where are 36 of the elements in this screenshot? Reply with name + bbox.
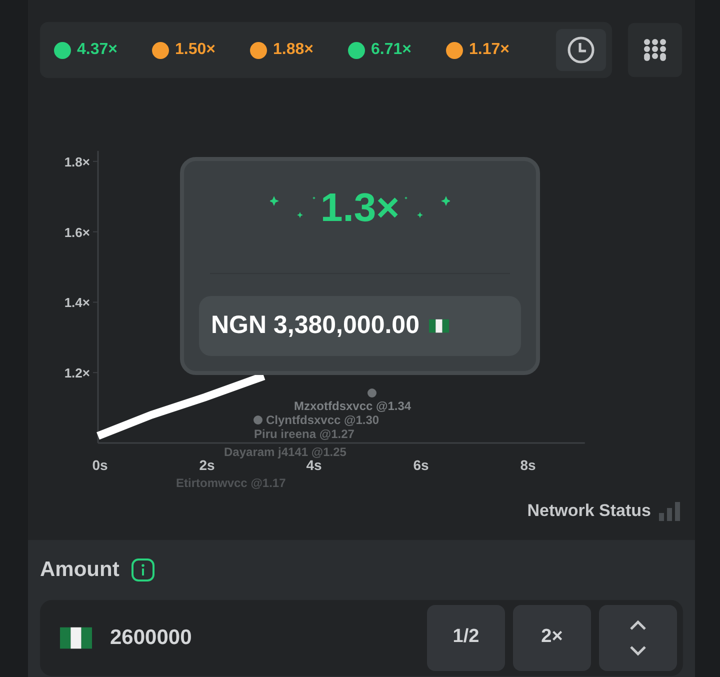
y-tick-label: 1.2× — [64, 366, 90, 381]
y-tick-label: 1.8× — [64, 154, 90, 170]
amount-field[interactable]: 2600000 1/2 2× — [40, 600, 683, 676]
player-dot — [368, 388, 376, 398]
y-tick-label: 1.6× — [64, 224, 90, 240]
x-tick-label: 8s — [520, 457, 536, 473]
amount-value: 2600000 — [110, 624, 192, 651]
payout-amount: NGN 3,380,000.00 — [211, 310, 420, 342]
multiplier-value: 1.88× — [273, 40, 314, 60]
x-tick-label: 0s — [92, 457, 108, 473]
x-tick-label: 2s — [199, 457, 215, 473]
player-dot — [254, 416, 262, 424]
x-tick-label: 4s — [306, 457, 322, 473]
player-cashout-label: Mzxotfdsxvcc @1.34 — [294, 399, 412, 413]
amount-multiplier-button[interactable]: 2× — [513, 604, 591, 670]
grid-icon — [643, 39, 667, 61]
player-cashout-label: Clyntfdsxvcc @1.30 — [266, 413, 380, 427]
network-status-label: Network Status — [527, 500, 651, 522]
multiplier-value: 6.71× — [371, 40, 412, 60]
y-tick-label: 1.4× — [64, 295, 90, 310]
info-icon — [131, 558, 156, 582]
flag-icon — [60, 626, 92, 648]
multiplier-value: 1.50× — [175, 40, 216, 60]
player-cashout-label: Piru ireena @1.27 — [254, 427, 354, 441]
x-tick-label: 6s — [413, 457, 429, 473]
menu-button[interactable] — [628, 23, 682, 77]
multiplier-value: 1.17× — [469, 40, 510, 60]
history-button[interactable] — [556, 29, 606, 71]
current-multiplier: 1.3× — [320, 188, 400, 228]
signal-icon — [659, 500, 681, 521]
amount-label: Amount — [40, 557, 120, 583]
up-down-chevron-icon — [628, 618, 648, 658]
amount-multiplier-button[interactable]: 1/2 — [427, 604, 505, 670]
clock-icon — [566, 35, 596, 65]
multiplier-value: 4.37× — [77, 40, 118, 60]
player-cashout-label: Dayaram j4141 @1.25 — [224, 445, 346, 459]
